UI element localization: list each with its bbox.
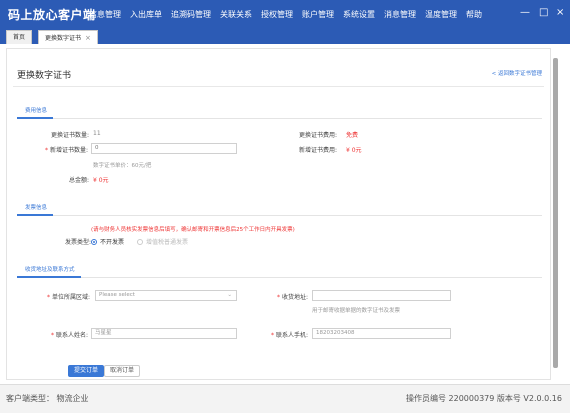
menu-item-info[interactable]: 信息管理	[89, 9, 121, 20]
tab-close-icon[interactable]: ×	[85, 34, 91, 42]
page-title: 更换数字证书	[17, 71, 72, 81]
cert-count-label: 更换证书数量:	[51, 132, 90, 139]
invoice-type-label: 发票类型:	[65, 239, 92, 246]
main-content: 更换数字证书 < 返回数字证书管理 费用信息 更换证书数量: 11 更换证书费用…	[6, 48, 551, 380]
contact-phone-label: * 联系人手机:	[271, 330, 308, 339]
cancel-order-button[interactable]: 取消订单	[104, 365, 141, 377]
vertical-scrollbar[interactable]	[553, 58, 558, 368]
receive-address-label-text: 收货地址:	[282, 294, 309, 301]
required-mark: *	[45, 147, 48, 154]
invoice-notice: (请与财务人员核实发票信息后填写，确认邮寄和开票信息后25个工作日内开具发票)	[91, 227, 295, 233]
close-button[interactable]: ×	[556, 7, 564, 18]
menu-item-messages[interactable]: 消息管理	[384, 9, 416, 20]
new-count-label-text: 新增证书数量:	[50, 147, 89, 154]
operator-version: 操作员编号 220000379 版本号 V2.0.0.16	[406, 394, 562, 403]
radio-unchecked-icon	[137, 238, 143, 245]
radio-general-invoice-label: 增值税普通发票	[146, 239, 189, 246]
contact-name-input[interactable]: 马星星	[91, 328, 237, 339]
receive-address-label: * 收货地址:	[277, 292, 308, 301]
receive-address-hint: 用于邮寄收据单据的数字证书及发票	[312, 308, 401, 314]
section-accent	[17, 117, 53, 119]
status-bar: 客户端类型： 物流企业 操作员编号 220000379 版本号 V2.0.0.1…	[0, 384, 570, 413]
menu-item-help[interactable]: 帮助	[466, 9, 482, 20]
region-label: * 单位所属区域:	[47, 292, 90, 301]
menu-item-account[interactable]: 账户管理	[302, 9, 334, 20]
total-label: 总金额:	[69, 177, 90, 184]
contact-name-label-text: 联系人姓名:	[56, 332, 89, 339]
cert-count-value: 11	[93, 130, 101, 137]
submit-order-button[interactable]: 提交订单	[68, 365, 105, 377]
cert-fee-value: 免费	[346, 132, 359, 139]
new-fee-label: 新增证书费用:	[299, 147, 338, 154]
contact-phone-label-text: 联系人手机:	[276, 332, 309, 339]
menu-item-authorization[interactable]: 授权管理	[261, 9, 293, 20]
maximize-button[interactable]: □	[539, 7, 548, 18]
unit-price-hint: 数字证书单价：60元/把	[93, 163, 152, 169]
receive-address-input[interactable]	[312, 290, 451, 301]
radio-checked-icon	[91, 238, 97, 245]
required-mark: *	[51, 332, 54, 339]
tab-home-label: 首页	[13, 34, 26, 41]
tab-change-certificate[interactable]: 更换数字证书 ×	[38, 30, 98, 44]
fee-section-title: 费用信息	[25, 108, 48, 114]
menu-item-stock-orders[interactable]: 入出库单	[130, 9, 162, 20]
menu-item-trace-codes[interactable]: 追溯码管理	[171, 9, 211, 20]
menu-item-settings[interactable]: 系统设置	[343, 9, 375, 20]
address-section-title: 收货地址及联系方式	[25, 267, 75, 273]
chevron-down-icon: ⌄	[227, 292, 232, 298]
region-select[interactable]: Please select ⌄	[95, 290, 237, 301]
fee-section-heading: 费用信息	[17, 106, 542, 119]
address-section: 收货地址及联系方式	[17, 265, 542, 278]
required-mark: *	[277, 294, 280, 301]
radio-no-invoice[interactable]: 不开发票	[91, 237, 124, 246]
menu-item-temperature[interactable]: 温度管理	[425, 9, 457, 20]
radio-no-invoice-label: 不开发票	[100, 239, 125, 246]
region-label-text: 单位所属区域:	[52, 294, 91, 301]
contact-phone-input[interactable]: 18203203408	[312, 328, 451, 339]
client-type: 客户端类型： 物流企业	[6, 394, 89, 403]
back-link[interactable]: < 返回数字证书管理	[492, 69, 542, 77]
main-menu: 信息管理 入出库单 追溯码管理 关联关系 授权管理 账户管理 系统设置 消息管理…	[89, 9, 491, 20]
new-count-input[interactable]: 0	[91, 143, 237, 154]
fee-section: 费用信息	[17, 106, 542, 119]
invoice-section-heading: 发票信息	[17, 203, 542, 216]
region-select-placeholder: Please select	[99, 292, 135, 298]
tab-change-certificate-label: 更换数字证书	[45, 35, 82, 42]
menu-item-relations[interactable]: 关联关系	[220, 9, 252, 20]
section-accent	[17, 276, 81, 278]
radio-general-invoice[interactable]: 增值税普通发票	[137, 237, 188, 246]
app-title: 码上放心客户端	[8, 8, 96, 22]
section-accent	[17, 214, 53, 216]
invoice-section-title: 发票信息	[25, 205, 48, 211]
required-mark: *	[47, 294, 50, 301]
title-bar: 码上放心客户端 信息管理 入出库单 追溯码管理 关联关系 授权管理 账户管理 系…	[0, 0, 570, 28]
contact-name-label: * 联系人姓名:	[51, 330, 88, 339]
cert-fee-label: 更换证书费用:	[299, 132, 338, 139]
tab-home[interactable]: 首页	[6, 30, 33, 44]
title-divider	[13, 86, 544, 87]
new-count-label: * 新增证书数量:	[45, 145, 88, 154]
total-value: ¥ 0元	[93, 177, 109, 184]
new-fee-value: ¥ 0元	[346, 147, 362, 154]
invoice-section: 发票信息	[17, 203, 542, 216]
address-section-heading: 收货地址及联系方式	[17, 265, 542, 278]
minimize-button[interactable]: —	[520, 7, 530, 18]
tab-strip: 首页 更换数字证书 ×	[0, 28, 570, 44]
required-mark: *	[271, 332, 274, 339]
